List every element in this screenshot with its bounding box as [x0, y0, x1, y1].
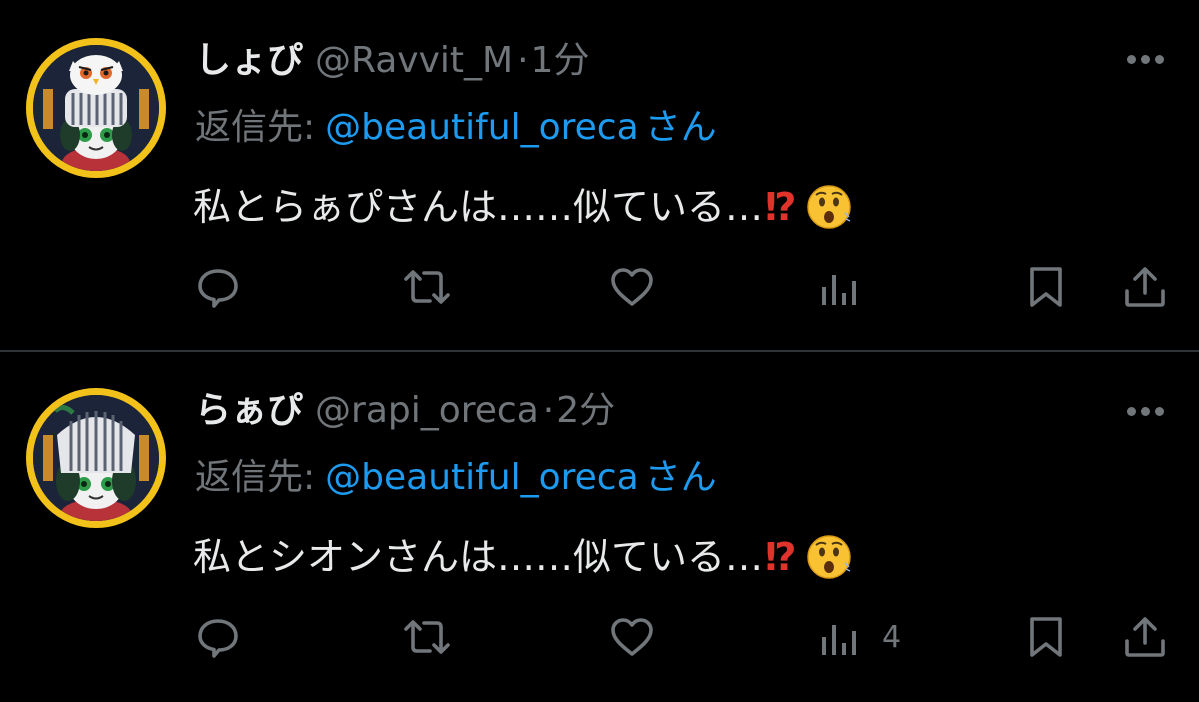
display-name[interactable]: しょぴ	[195, 40, 303, 81]
tweet-actions	[0, 262, 1199, 312]
avatar[interactable]	[26, 38, 166, 178]
bookmark-icon	[1030, 617, 1062, 657]
views-icon	[822, 275, 856, 305]
bookmark-icon	[1030, 267, 1062, 307]
tweet-header: らぁぴ @rapi_oreca ·2分	[195, 386, 615, 436]
share-button[interactable]	[1121, 262, 1169, 312]
heart-icon	[611, 268, 653, 306]
exclamation-question-emoji: ⁉	[765, 185, 797, 229]
tweet-body: 私とシオンさんは……似ている…	[193, 535, 764, 579]
timestamp[interactable]: 2分	[556, 390, 615, 431]
hushed-face-icon	[806, 184, 851, 229]
bookmark-button[interactable]	[1024, 612, 1068, 662]
reply-prefix: 返信先:	[195, 107, 316, 148]
tweet-text: 私とシオンさんは……似ている…⁉	[193, 530, 853, 584]
views-icon	[822, 625, 856, 655]
hushed-face-icon	[806, 534, 851, 579]
like-button[interactable]	[608, 262, 656, 312]
avatar[interactable]	[26, 388, 166, 528]
reply-to-line: 返信先: @beautiful_oreca さん	[195, 102, 717, 154]
retweet-button[interactable]	[400, 612, 454, 662]
share-icon	[1125, 617, 1165, 657]
retweet-icon	[404, 270, 450, 304]
user-handle[interactable]: @rapi_oreca	[315, 390, 539, 431]
views-button[interactable]	[818, 262, 882, 312]
tweet[interactable]: しょぴ @Ravvit_M ·1分 返信先: @beautiful_oreca さん 私…	[0, 0, 1199, 350]
reply-button[interactable]	[194, 262, 242, 312]
reply-prefix: 返信先:	[195, 457, 316, 498]
retweet-icon	[404, 620, 450, 654]
like-button[interactable]	[608, 612, 656, 662]
retweet-button[interactable]	[400, 262, 454, 312]
display-name[interactable]: らぁぴ	[195, 390, 303, 431]
separator-dot: ·	[542, 390, 555, 431]
reply-to-line: 返信先: @beautiful_oreca さん	[195, 452, 717, 504]
separator-dot: ·	[517, 40, 529, 81]
reply-icon	[198, 619, 238, 658]
views-button[interactable]: 4	[818, 612, 901, 662]
owl-knight-avatar-image	[33, 45, 159, 171]
knight-avatar-image	[33, 395, 159, 521]
reply-button[interactable]	[194, 612, 242, 662]
share-button[interactable]	[1121, 612, 1169, 662]
tweet[interactable]: らぁぴ @rapi_oreca ·2分 返信先: @beautiful_oreca さん…	[0, 352, 1199, 702]
user-handle[interactable]: @Ravvit_M	[315, 40, 513, 81]
bookmark-button[interactable]	[1024, 262, 1068, 312]
timestamp[interactable]: 1分	[531, 40, 590, 81]
more-icon[interactable]	[1123, 44, 1169, 74]
tweet-body: 私とらぁぴさんは……似ている…	[193, 185, 764, 229]
reply-icon	[198, 269, 238, 308]
exclamation-question-emoji: ⁉	[765, 535, 797, 579]
heart-icon	[611, 618, 653, 656]
reply-suffix: さん	[644, 107, 717, 148]
reply-suffix: さん	[644, 457, 717, 498]
tweet-text: 私とらぁぴさんは……似ている…⁉	[193, 180, 853, 234]
reply-mention-link[interactable]: @beautiful_oreca	[325, 107, 639, 148]
tweet-actions: 4	[0, 612, 1199, 662]
views-count: 4	[882, 619, 902, 655]
share-icon	[1125, 267, 1165, 307]
tweet-header: しょぴ @Ravvit_M ·1分	[195, 36, 589, 86]
more-icon[interactable]	[1123, 396, 1169, 426]
reply-mention-link[interactable]: @beautiful_oreca	[325, 457, 639, 498]
